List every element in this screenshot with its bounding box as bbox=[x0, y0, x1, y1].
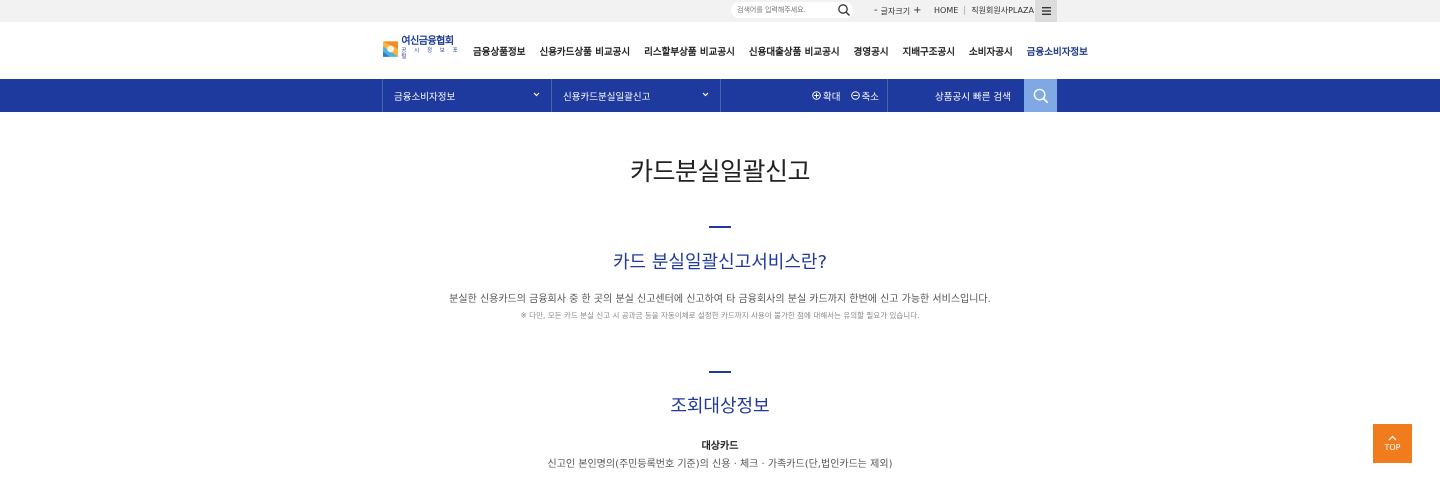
gnb-item-credit-card-compare[interactable]: 신용카드상품 비교공시 bbox=[539, 44, 630, 58]
logo-title: 여신금융협회 bbox=[401, 36, 454, 47]
service-note: ※ 다만, 모든 카드 분실 신고 시 공과금 등을 자동이체로 설정한 카드까… bbox=[520, 311, 920, 320]
home-link[interactable]: HOME bbox=[934, 6, 958, 15]
page-dropdown[interactable]: 신용카드분실일괄신고 bbox=[551, 79, 720, 112]
search-icon[interactable] bbox=[837, 3, 851, 17]
target-card-heading: 대상카드 bbox=[701, 441, 739, 452]
zoom-out-button[interactable]: 축소 bbox=[850, 89, 879, 103]
zoom-in-button[interactable]: 확대 bbox=[812, 89, 841, 103]
quick-search-label[interactable]: 상품공시 빠른 검색 bbox=[889, 79, 1024, 112]
chevron-up-icon bbox=[1388, 435, 1397, 441]
site-logo[interactable]: 여신금융협회 공 시 정 보 포 털 bbox=[383, 36, 463, 60]
section-title-service: 카드 분실일괄신고서비스란? bbox=[613, 252, 827, 273]
top-search-box[interactable] bbox=[731, 2, 853, 18]
section-title-target: 조회대상정보 bbox=[670, 396, 770, 417]
divider bbox=[964, 6, 966, 15]
service-description: 분실한 신용카드의 금융회사 중 한 곳의 분실 신고센터에 신고하여 타 금융… bbox=[449, 294, 991, 305]
top-links: HOME 직원회원사PLAZA bbox=[934, 5, 1034, 16]
logo-mark-icon bbox=[383, 40, 399, 57]
plaza-link[interactable]: 직원회원사PLAZA bbox=[971, 5, 1034, 16]
zoom-in-label: 확대 bbox=[823, 91, 841, 103]
zoom-controls: 확대 축소 bbox=[720, 79, 888, 112]
chevron-down-icon bbox=[533, 92, 540, 97]
gnb-item-consumer-info[interactable]: 금융소비자정보 bbox=[1027, 44, 1088, 58]
font-increase-button[interactable]: + bbox=[910, 5, 924, 17]
sub-navigation-bar: 금융소비자정보 신용카드분실일괄신고 확대 축소 상품공시 빠른 검색 bbox=[0, 79, 1440, 112]
gnb-item-governance[interactable]: 지배구조공시 bbox=[903, 44, 955, 58]
gnb-item-consumer-disclosure[interactable]: 소비자공시 bbox=[969, 44, 1013, 58]
utility-bar: - 글자크기 + HOME 직원회원사PLAZA bbox=[0, 0, 1440, 22]
section-divider bbox=[709, 371, 731, 373]
gnb-item-lease-compare[interactable]: 리스할부상품 비교공시 bbox=[644, 44, 735, 58]
hamburger-icon bbox=[1041, 7, 1051, 15]
scroll-top-label: TOP bbox=[1384, 443, 1401, 452]
plus-circle-icon bbox=[812, 91, 821, 100]
main-navigation: 금융상품정보 신용카드상품 비교공시 리스할부상품 비교공시 신용대출상품 비교… bbox=[473, 44, 1088, 58]
zoom-out-label: 축소 bbox=[861, 91, 879, 103]
quick-search-button[interactable] bbox=[1024, 79, 1057, 112]
page-dropdown-label: 신용카드분실일괄신고 bbox=[563, 91, 651, 103]
section-divider bbox=[709, 226, 731, 228]
gnb-item-loan-compare[interactable]: 신용대출상품 비교공시 bbox=[749, 44, 840, 58]
search-icon bbox=[1033, 88, 1048, 103]
target-card-description: 신고인 본인명의(주민등록번호 기준)의 신용 · 체크 · 가족카드(단,법인… bbox=[547, 459, 893, 470]
chevron-down-icon bbox=[702, 92, 709, 97]
gnb-item-management[interactable]: 경영공시 bbox=[854, 44, 889, 58]
scroll-top-button[interactable]: TOP bbox=[1373, 424, 1412, 463]
category-dropdown-label: 금융소비자정보 bbox=[394, 91, 456, 103]
page-title: 카드분실일괄신고 bbox=[629, 157, 811, 186]
all-menu-button[interactable] bbox=[1035, 0, 1057, 22]
minus-circle-icon bbox=[850, 91, 860, 100]
font-size-label: 글자크기 bbox=[880, 6, 911, 16]
font-size-control: - 글자크기 + bbox=[871, 5, 924, 17]
category-dropdown[interactable]: 금융소비자정보 bbox=[382, 79, 551, 112]
logo-subtitle: 공 시 정 보 포 털 bbox=[401, 48, 461, 60]
font-decrease-button[interactable]: - bbox=[871, 5, 881, 17]
gnb-item-products[interactable]: 금융상품정보 bbox=[473, 44, 525, 58]
top-search-input[interactable] bbox=[737, 3, 832, 17]
